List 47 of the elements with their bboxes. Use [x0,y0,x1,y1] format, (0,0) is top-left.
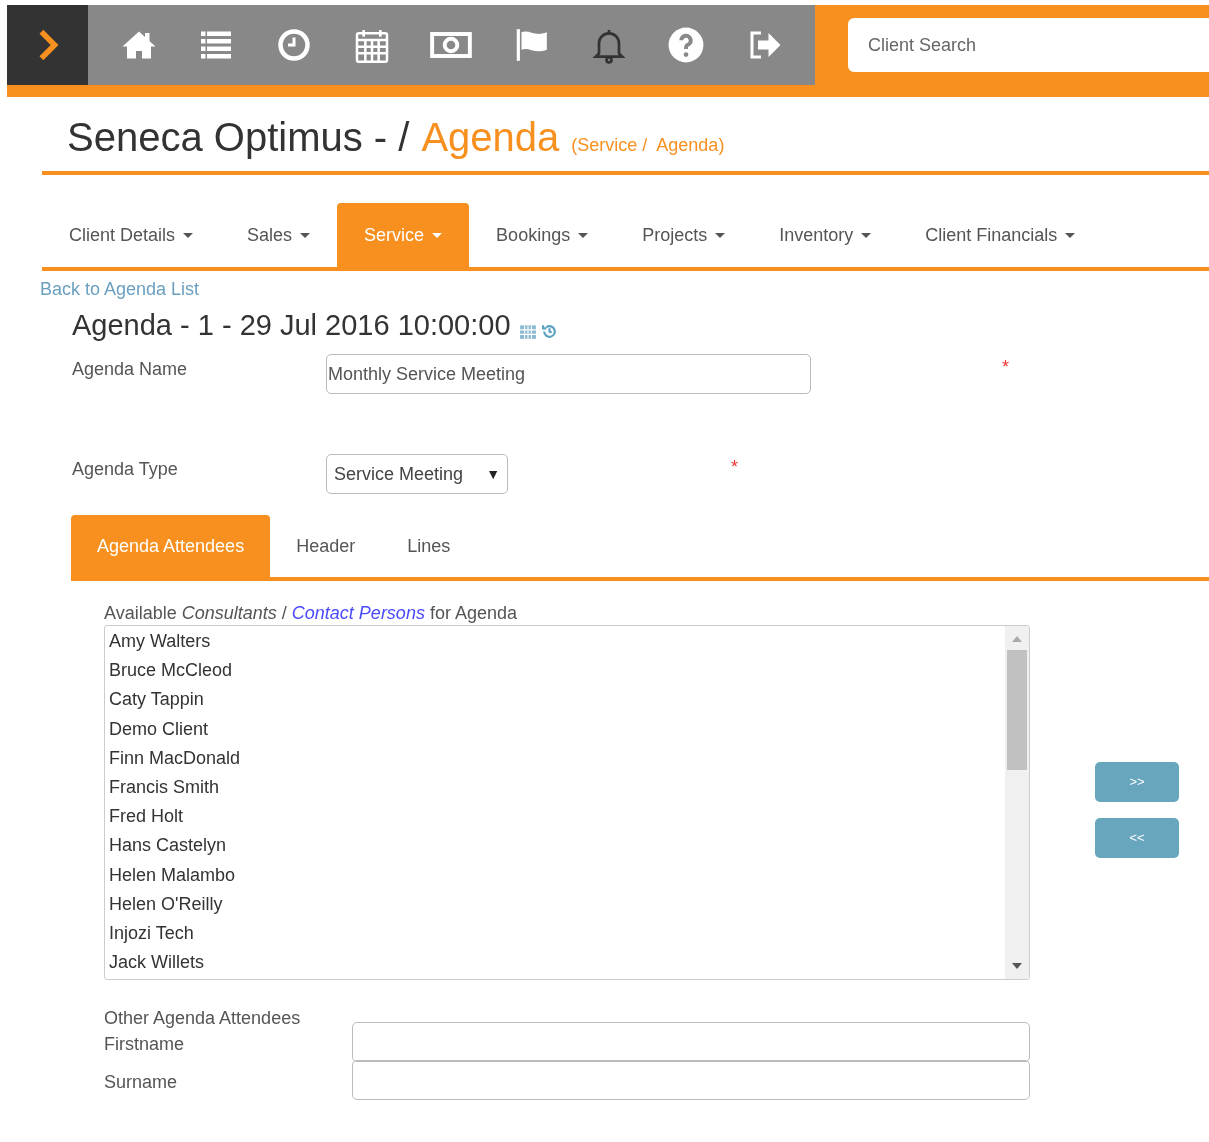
nav-tab[interactable]: Bookings [469,203,616,267]
list-option[interactable]: Fred Holt [109,802,1005,832]
scroll-down-icon[interactable] [1012,963,1022,969]
page-title: Agenda [421,117,560,157]
section-tab[interactable]: Lines [381,515,477,577]
field-label: Firstname [104,1033,185,1056]
list-option[interactable]: Helen Malambo [109,860,1005,890]
list-heading: Available Consultants / Contact Persons for Agenda [104,602,518,625]
scroll-up-icon[interactable] [1012,636,1022,642]
field-label: Agenda Name [72,358,189,381]
nav-tab[interactable]: Client Details [42,203,221,267]
nav-tab[interactable]: Client Financials [898,203,1103,267]
list-option[interactable]: Francis Smith [109,772,1005,803]
contact-persons-link[interactable]: Contact Persons [291,603,425,623]
app-title: Seneca Optimus - / [67,117,410,157]
field-label: Agenda Type [72,458,179,481]
list-option[interactable]: Finn MacDonald [109,743,1005,773]
attendee-listbox[interactable]: Amy Walters Bruce McCleod Caty Tappin Demo Client Finn MacDonald Francis Smith Fred Holt Hans Castelyn Helen Malambo Helen O'Reilly Injozi Tech Jack Willets [104,625,1030,980]
list-option[interactable]: Jack Willets [109,948,1005,978]
list-option[interactable]: Hans Castelyn [109,831,1005,861]
scrollbar-thumb[interactable] [1007,650,1027,770]
section-tab[interactable]: Header [270,515,382,577]
list-option[interactable]: Bruce McCleod [109,656,1005,686]
calendar-icon[interactable] [518,322,537,340]
required-mark: * [1002,356,1009,379]
list-option[interactable]: Caty Tappin [109,685,1005,715]
search-field[interactable]: Client Search [848,18,1209,72]
list-option[interactable]: Injozi Tech [109,918,1005,949]
breadcrumb: (Service / Agenda) [571,134,725,157]
sidebar-toggle[interactable] [7,5,88,85]
nav-tab[interactable]: Inventory [752,203,899,267]
required-mark: * [731,456,738,479]
nav-tab[interactable]: Sales [220,203,338,267]
nav-tab[interactable]: Projects [615,203,753,267]
section-heading: Other Agenda Attendees [104,1007,302,1030]
record-title: Agenda - 1 - 29 Jul 2016 10:00:00 [72,311,511,340]
list-option[interactable]: Helen O'Reilly [109,889,1005,919]
text-field[interactable] [352,1022,1030,1062]
field-label: Surname [104,1071,179,1094]
text-field[interactable] [352,1060,1030,1100]
type-select[interactable]: Service Meeting ▼ [326,454,508,494]
list-option[interactable]: Amy Walters [109,627,1005,657]
banknote-icon[interactable] [429,29,474,61]
list-option[interactable]: Demo Client [109,714,1005,744]
text-field[interactable]: Monthly Service Meeting [326,354,811,394]
scrollbar[interactable] [1005,626,1029,979]
history-icon[interactable] [540,323,558,340]
